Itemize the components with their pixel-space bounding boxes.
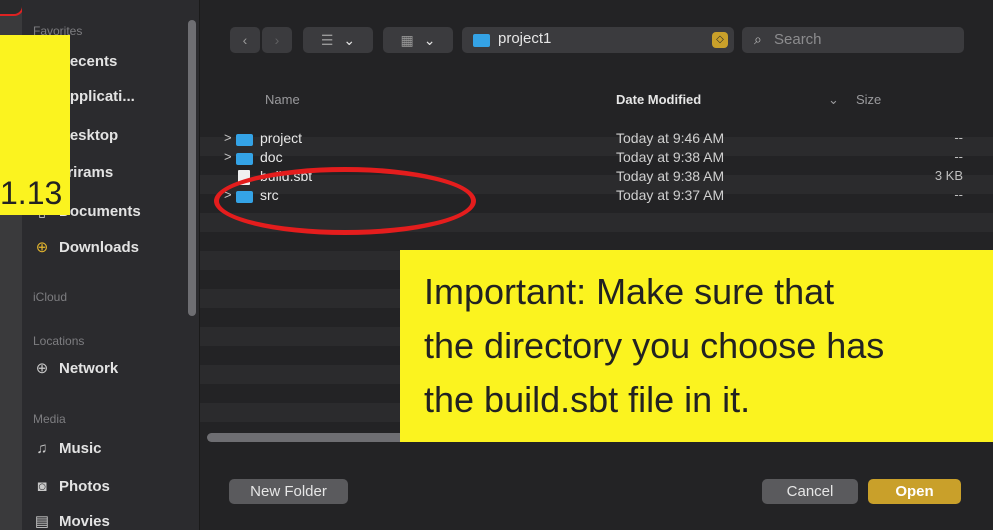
file-date: Today at 9:46 AM	[616, 130, 725, 146]
table-row[interactable]: > project Today at 9:46 AM --	[200, 130, 993, 149]
list-view-button[interactable]: ☰ ⌄	[303, 27, 373, 53]
disclosure-triangle-icon[interactable]: >	[224, 149, 232, 164]
sidebar-item-downloads[interactable]: ⊕ Downloads	[33, 238, 140, 257]
sidebar-item-label: Music	[59, 440, 102, 457]
path-popup[interactable]: project1 ◇	[462, 27, 734, 53]
callout-line-1: Important: Make sure that	[424, 271, 835, 312]
callout-left-text: 1.13	[0, 175, 63, 211]
chevron-down-icon: ⌄	[423, 31, 436, 48]
music-icon: ♫	[36, 440, 48, 457]
forward-button[interactable]: ›	[262, 27, 292, 53]
sidebar-item-network[interactable]: ⊕ Network	[33, 359, 119, 378]
sidebar-item-movies[interactable]: ▤ Movies	[33, 512, 110, 530]
file-date: Today at 9:37 AM	[616, 187, 725, 203]
file-size: --	[954, 130, 963, 145]
file-name: project	[260, 130, 303, 146]
sidebar-item-label: Documents	[59, 202, 141, 220]
chevron-right-icon: ›	[274, 32, 280, 48]
disclosure-triangle-icon[interactable]: >	[224, 130, 232, 145]
file-size: --	[954, 187, 963, 202]
popup-stepper-icon: ◇	[712, 32, 728, 48]
file-date: Today at 9:38 AM	[616, 149, 725, 165]
folder-icon	[236, 134, 253, 146]
list-icon: ☰	[320, 31, 334, 48]
callout-line-3: the build.sbt file in it.	[424, 379, 751, 420]
path-label: project1	[498, 30, 552, 47]
sidebar-item-label: Applicati...	[59, 88, 135, 105]
yellow-callout-left: 1.13	[0, 35, 70, 215]
film-icon: ▤	[34, 513, 50, 530]
cancel-button[interactable]: Cancel	[762, 479, 858, 504]
chevron-left-icon: ‹	[242, 32, 248, 48]
file-size: 3 KB	[934, 168, 963, 183]
sort-chevron-icon[interactable]: ⌄	[828, 92, 839, 108]
sidebar-section-locations: Locations	[33, 334, 85, 348]
new-folder-button[interactable]: New Folder	[229, 479, 348, 504]
open-button[interactable]: Open	[868, 479, 961, 504]
callout-text: Important: Make sure that the directory …	[424, 265, 884, 427]
grid-view-button[interactable]: ▦ ⌄	[383, 27, 453, 53]
search-placeholder: Search	[774, 31, 822, 48]
camera-icon: ◙	[37, 478, 47, 495]
window-corner-annotation	[0, 0, 24, 16]
sidebar-item-label: Network	[59, 359, 119, 377]
folder-icon	[473, 34, 490, 47]
sidebar-item-music[interactable]: ♫ Music	[33, 440, 102, 457]
back-button[interactable]: ‹	[230, 27, 260, 53]
sidebar-item-label: Movies	[59, 512, 110, 530]
sidebar-item-label: Downloads	[59, 238, 140, 256]
download-icon: ⊕	[35, 239, 49, 256]
table-row[interactable]: > doc Today at 9:38 AM --	[200, 149, 993, 168]
file-date: Today at 9:38 AM	[616, 168, 725, 184]
chevron-down-icon: ⌄	[343, 31, 356, 48]
folder-icon	[236, 153, 253, 165]
sidebar-item-label: Photos	[59, 478, 110, 495]
globe-icon: ⊕	[35, 360, 49, 377]
column-header-name[interactable]: Name	[265, 92, 300, 107]
file-name: doc	[260, 149, 283, 165]
grid-icon: ▦	[400, 31, 414, 48]
callout-line-2: the directory you choose has	[424, 325, 885, 366]
red-highlight-ellipse	[214, 167, 476, 235]
important-callout: Important: Make sure that the directory …	[400, 250, 993, 442]
file-size: --	[954, 149, 963, 164]
search-icon: ⌕	[754, 31, 762, 47]
column-header-size[interactable]: Size	[856, 92, 881, 107]
column-header-date-modified[interactable]: Date Modified	[616, 92, 701, 107]
sidebar-scrollbar[interactable]	[188, 20, 196, 316]
search-field[interactable]: ⌕ Search	[742, 27, 964, 53]
sidebar-section-media: Media	[33, 412, 66, 426]
sidebar-item-photos[interactable]: ◙ Photos	[33, 478, 110, 495]
sidebar-section-icloud: iCloud	[33, 290, 68, 304]
